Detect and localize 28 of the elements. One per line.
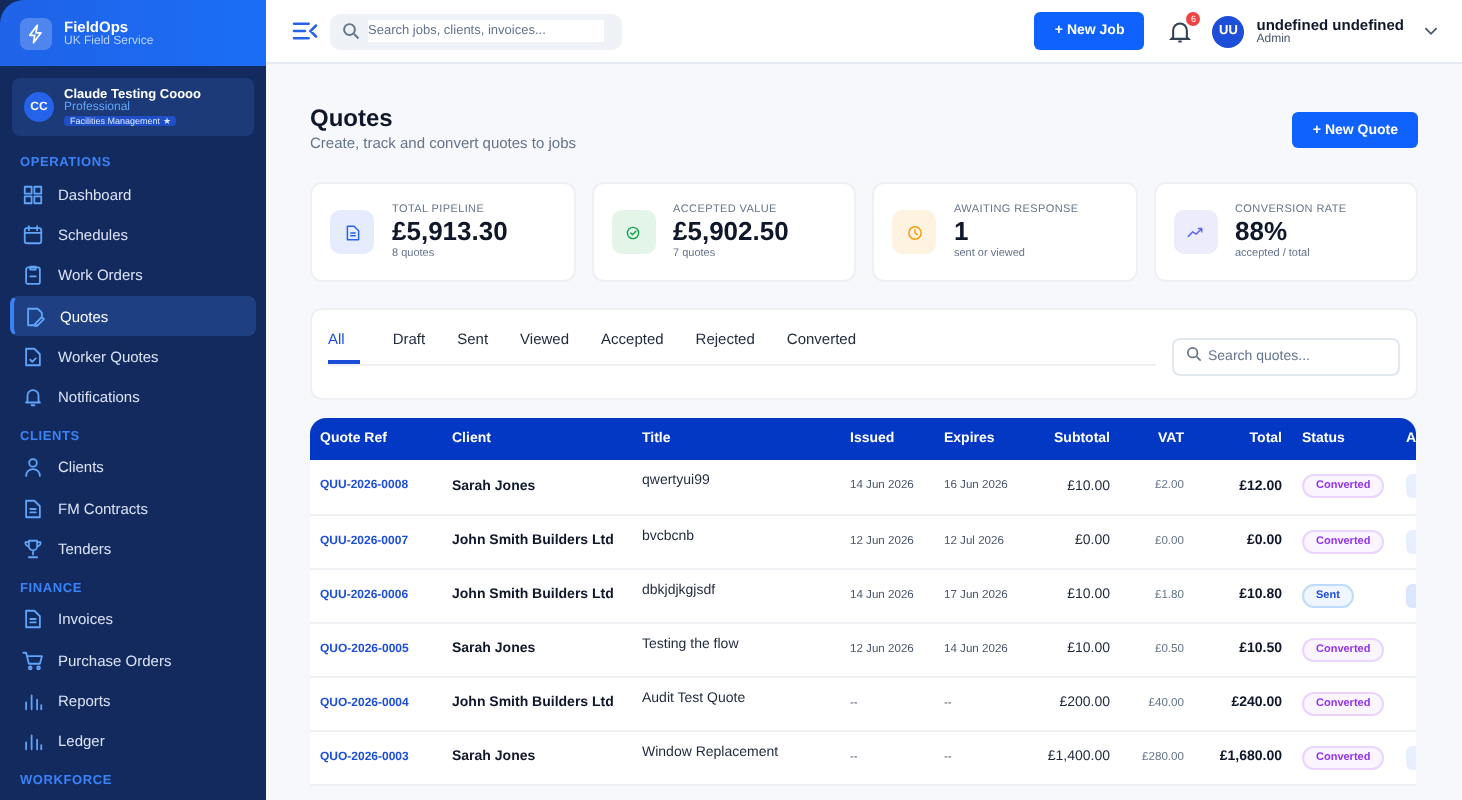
document-pencil-icon <box>24 305 46 328</box>
person-icon <box>22 456 44 479</box>
calendar-icon <box>22 223 44 246</box>
search-icon <box>1186 345 1202 361</box>
stat-value: 88% <box>1235 216 1290 248</box>
bar-chart-icon <box>22 689 44 712</box>
trend-icon <box>1186 223 1204 241</box>
grid-icon <box>22 183 44 206</box>
trophy-icon <box>22 538 44 561</box>
bell-icon[interactable] <box>1168 19 1193 43</box>
document-icon <box>22 497 44 520</box>
clock-icon <box>905 223 923 241</box>
document-check-icon <box>22 345 44 368</box>
document-icon <box>22 608 44 631</box>
clipboard-icon <box>22 264 44 287</box>
menu-icon[interactable] <box>292 20 318 42</box>
bolt-icon <box>20 17 52 49</box>
bell-icon <box>22 386 44 409</box>
chevron-down-icon[interactable] <box>1424 26 1438 36</box>
document-icon <box>343 223 361 241</box>
bar-chart-icon <box>22 730 44 753</box>
stat-value: £5,913.30 <box>392 216 508 248</box>
stat-value: 1 <box>954 216 971 248</box>
stat-value: £5,902.50 <box>673 216 789 248</box>
search-icon <box>342 22 360 40</box>
check-circle-icon <box>624 223 642 241</box>
cart-icon <box>22 649 44 672</box>
page-title: Quotes <box>310 104 395 132</box>
